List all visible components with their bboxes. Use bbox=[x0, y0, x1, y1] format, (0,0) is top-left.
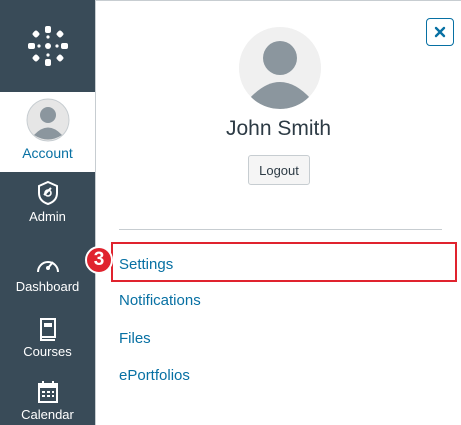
nav-item-label: Dashboard bbox=[15, 279, 80, 294]
nav-item-label: Admin bbox=[29, 209, 66, 224]
book-icon bbox=[38, 311, 58, 341]
tray-divider-line bbox=[119, 229, 442, 230]
calendar-icon bbox=[37, 374, 59, 404]
global-navigation: Account Admin Dashboard Courses Calendar bbox=[0, 0, 95, 425]
step-badge: 3 bbox=[85, 246, 113, 274]
nav-item-calendar[interactable]: Calendar bbox=[0, 374, 95, 422]
user-name: John Smith bbox=[225, 117, 332, 140]
close-icon bbox=[434, 26, 446, 38]
logout-button[interactable]: Logout bbox=[248, 155, 310, 185]
settings-highlight-box bbox=[111, 242, 457, 282]
shield-icon bbox=[36, 176, 60, 206]
canvas-logo[interactable] bbox=[0, 0, 95, 92]
nav-item-label: Account bbox=[22, 145, 73, 161]
tray-top-border bbox=[95, 0, 461, 1]
files-link[interactable]: Files bbox=[119, 330, 151, 347]
close-tray-button[interactable] bbox=[426, 18, 454, 46]
user-avatar-icon bbox=[26, 98, 70, 142]
nav-item-account[interactable]: Account bbox=[0, 92, 95, 172]
profile-avatar bbox=[239, 27, 321, 109]
speedometer-icon bbox=[35, 246, 61, 276]
nav-item-dashboard[interactable]: Dashboard bbox=[0, 246, 95, 294]
nav-item-label: Calendar bbox=[21, 407, 74, 422]
nav-item-courses[interactable]: Courses bbox=[0, 311, 95, 359]
canvas-logo-icon bbox=[27, 26, 68, 66]
nav-item-admin[interactable]: Admin bbox=[0, 176, 95, 224]
tray-divider bbox=[95, 0, 96, 425]
user-avatar-icon bbox=[239, 27, 321, 109]
nav-item-label: Courses bbox=[23, 344, 72, 359]
notifications-link[interactable]: Notifications bbox=[119, 292, 201, 309]
eportfolios-link[interactable]: ePortfolios bbox=[119, 367, 190, 384]
